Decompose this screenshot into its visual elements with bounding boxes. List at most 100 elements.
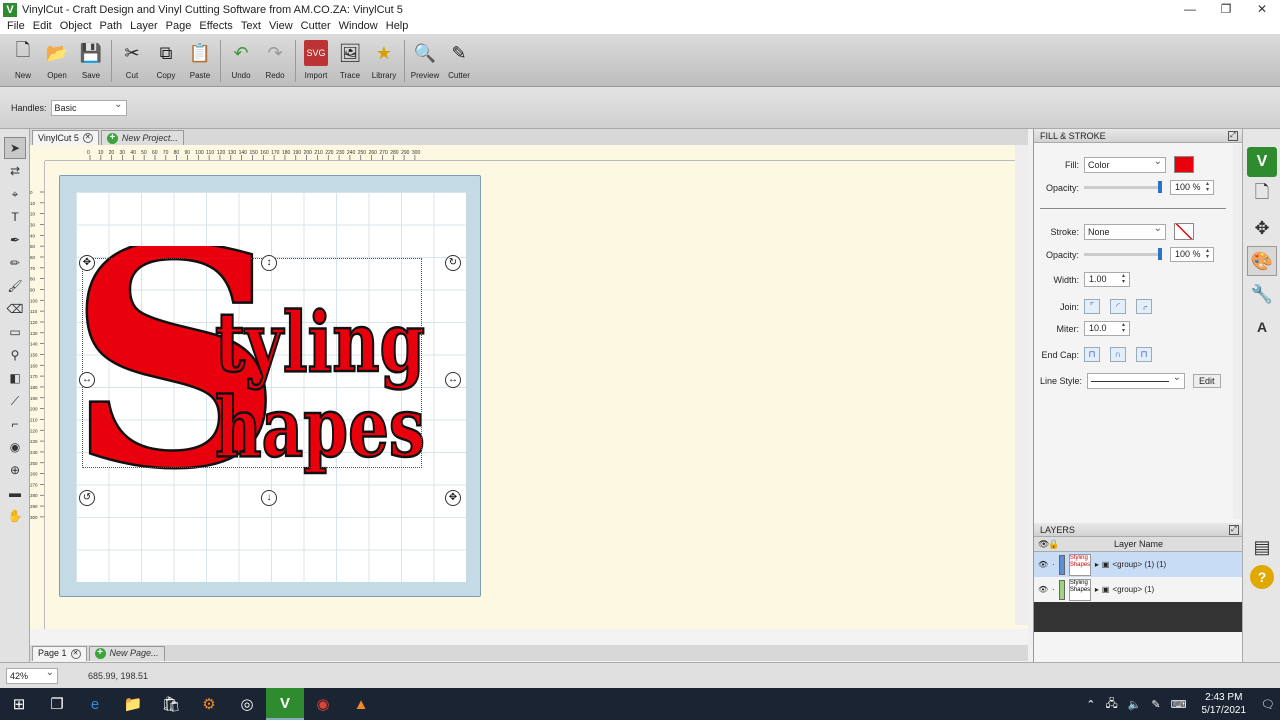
preview-button[interactable]: 🔍 Preview [408,34,442,87]
tab-new-project[interactable]: + New Project... [100,130,184,145]
eye-icon[interactable]: 👁 [1038,560,1048,569]
tab-new-page[interactable]: + New Page... [88,645,165,661]
move-arrows-icon[interactable]: ✥ [1247,213,1277,243]
stroke-opacity-input[interactable]: 100 % [1170,247,1214,262]
page-icon[interactable]: 🗋 [1247,180,1277,210]
rotate-handle-icon[interactable]: ↻ [445,255,461,271]
vlc-icon[interactable]: ▲ [342,688,380,720]
text-tool-icon[interactable]: T [4,206,26,228]
vinylcut-logo-icon[interactable]: V [1247,147,1277,177]
fill-opacity-slider[interactable] [1084,181,1162,193]
layer-name[interactable]: <group> (1) (1) [1112,560,1166,569]
open-button[interactable]: 📂 Open [40,34,74,87]
bevel-join-icon[interactable]: ⌌ [1136,299,1152,314]
keyboard-icon[interactable]: ⌨ [1171,698,1187,711]
menu-view[interactable]: View [265,19,297,34]
menu-effects[interactable]: Effects [195,19,236,34]
maximize-button[interactable]: ❐ [1208,0,1244,19]
stroke-type-select[interactable]: None [1084,222,1166,240]
miter-input[interactable]: 10.0 [1084,321,1130,336]
volume-icon[interactable]: 🔈 [1128,698,1142,711]
hand-tool-icon[interactable]: ✋ [4,505,26,527]
tray-chevron-icon[interactable]: ⌃ [1086,698,1095,711]
palette-icon[interactable]: 🎨 [1247,246,1277,276]
layer-row[interactable]: 👁 · Styling Shapes ▸ ▣ <group> (1) (1) [1034,552,1243,577]
close-button[interactable]: ✕ [1244,0,1280,19]
paste-button[interactable]: 📋 Paste [183,34,217,87]
undo-button[interactable]: ↶ Undo [224,34,258,87]
edge-browser-icon[interactable]: e [76,688,114,720]
pen-tool-icon[interactable]: ✒ [4,229,26,251]
expand-arrow-icon[interactable]: ▸ [1095,585,1099,594]
menu-help[interactable]: Help [382,19,413,34]
cutter-button[interactable]: ✎ Cutter [442,34,476,87]
expand-icon[interactable]: ⤢ [1229,525,1239,535]
canvas-area[interactable]: 0 10 20 30 40 50 60 70 80 90 100 110 120 130 140 150 160… [30,145,1028,645]
lock-toggle-icon[interactable]: · [1052,585,1055,594]
copy-button[interactable]: ⧉ Copy [149,34,183,87]
slider-knob[interactable] [1158,181,1162,193]
menu-layer[interactable]: Layer [126,19,162,34]
fill-color-swatch[interactable] [1174,156,1194,173]
vertical-scrollbar[interactable] [1015,145,1028,625]
handles-select[interactable]: Basic [50,98,127,116]
pen-icon[interactable]: ✎ [1151,698,1160,711]
fill-opacity-input[interactable]: 100 % [1170,180,1214,195]
file-explorer-icon[interactable]: 📁 [114,688,152,720]
move-handle-icon[interactable]: ✥ [79,255,95,271]
pencil-tool-icon[interactable]: ✏ [4,252,26,274]
new-button[interactable]: 🗋 New [6,34,40,87]
stroke-opacity-slider[interactable] [1084,248,1162,260]
expand-arrow-icon[interactable]: ▸ [1095,560,1099,569]
app-icon-circle[interactable]: ◎ [228,688,266,720]
stroke-width-input[interactable]: 1.00 [1084,272,1130,287]
close-page-icon[interactable]: ✕ [70,648,81,659]
eyedropper-tool-icon[interactable]: ⚲ [4,344,26,366]
select-tool-icon[interactable]: ➤ [4,137,26,159]
help-icon[interactable]: ? [1250,565,1274,589]
rotate-handle-icon[interactable]: ↺ [79,490,95,506]
scale-horizontal-handle-icon[interactable]: ↔ [79,372,95,388]
tab-vinylcut-5[interactable]: VinylCut 5 ✕ [32,130,99,145]
horizontal-scrollbar[interactable] [30,629,1028,645]
eraser-tool-icon[interactable]: ⌫ [4,298,26,320]
chrome-icon[interactable]: ◉ [304,688,342,720]
weld-tool-icon[interactable]: ◉ [4,436,26,458]
rectangle-tool-icon[interactable]: ▭ [4,321,26,343]
menu-file[interactable]: File [3,19,29,34]
square-cap-icon[interactable]: ⊓ [1136,347,1152,362]
expand-icon[interactable]: ⤢ [1228,131,1238,141]
app-icon-orange[interactable]: ⚙ [190,688,228,720]
miter-join-icon[interactable]: ⌜ [1084,299,1100,314]
minimize-button[interactable]: — [1172,0,1208,19]
library-button[interactable]: ★ Library [367,34,401,87]
slider-knob[interactable] [1158,248,1162,260]
fill-type-select[interactable]: Color [1084,155,1166,173]
menu-path[interactable]: Path [96,19,127,34]
menu-cutter[interactable]: Cutter [297,19,335,34]
gradient-tool-icon[interactable]: ◧ [4,367,26,389]
menu-edit[interactable]: Edit [29,19,56,34]
scale-vertical-handle-icon[interactable]: ↕ [261,255,277,271]
wrench-icon[interactable]: 🔧 [1247,279,1277,309]
scale-vertical-handle-icon[interactable]: ↓ [261,490,277,506]
task-view-icon[interactable]: ❐ [38,688,76,720]
layer-row[interactable]: 👁 · Styling Shapes ▸ ▣ <group> (1) [1034,577,1243,602]
brush-tool-icon[interactable]: 🖌 [4,275,26,297]
menu-text[interactable]: Text [237,19,265,34]
trace-button[interactable]: 🖼 Trace [333,34,367,87]
notifications-icon[interactable]: 🗨 [1261,698,1275,711]
round-join-icon[interactable]: ◜ [1110,299,1126,314]
windows-start-icon[interactable]: ⊞ [0,688,38,720]
menu-window[interactable]: Window [335,19,382,34]
menu-object[interactable]: Object [56,19,96,34]
round-cap-icon[interactable]: ∩ [1110,347,1126,362]
network-icon[interactable]: 🖧 [1105,695,1117,714]
vinylcut-taskbar-icon[interactable]: V [266,688,304,720]
clock[interactable]: 2:43 PM 5/17/2021 [1202,691,1247,717]
tab-page-1[interactable]: Page 1 ✕ [32,645,87,661]
import-button[interactable]: SVG Import [299,34,333,87]
cut-button[interactable]: ✂ Cut [115,34,149,87]
butt-cap-icon[interactable]: ⊓ [1084,347,1100,362]
zoom-tool-icon[interactable]: ⊕ [4,459,26,481]
